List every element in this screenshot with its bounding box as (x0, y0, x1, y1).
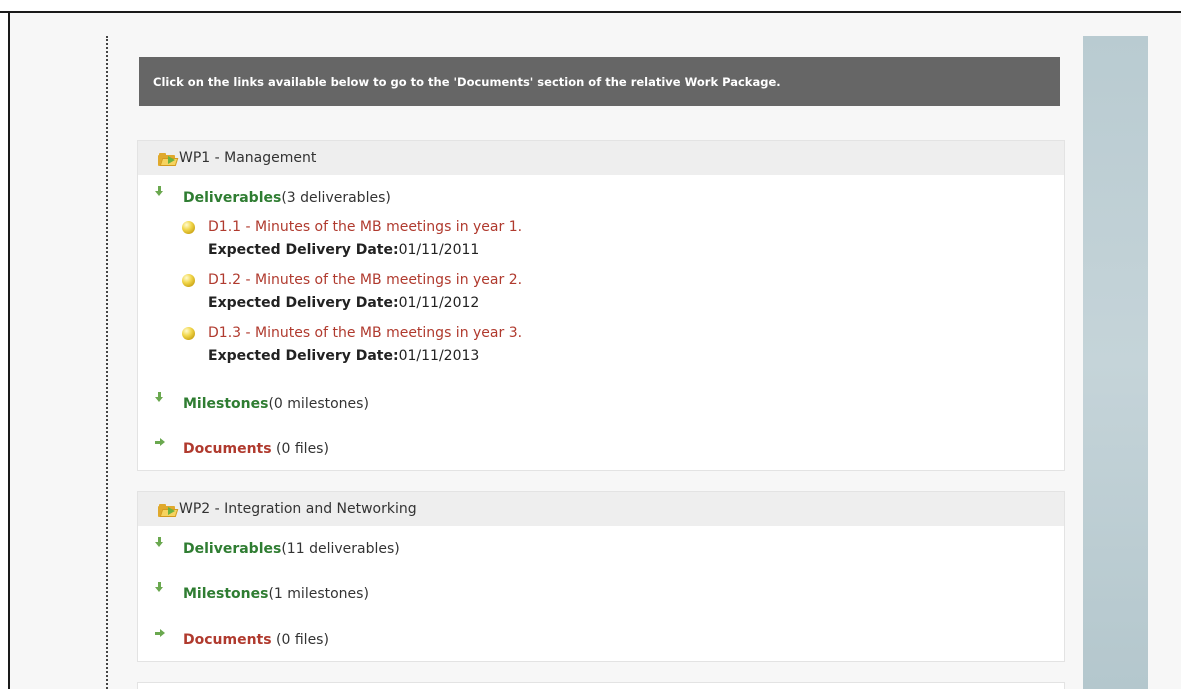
deliverable-date: Expected Delivery Date:01/11/2013 (208, 348, 480, 364)
work-package-next-partial (137, 682, 1065, 689)
deliverable-link[interactable]: D1.1 - Minutes of the MB meetings in yea… (208, 219, 522, 235)
work-package-wp1: WP1 - Management Deliverables(3 delivera… (137, 140, 1065, 471)
wp1-header: WP1 - Management (138, 141, 1064, 175)
wp2-milestones-link[interactable]: Milestones (183, 586, 268, 602)
arrow-right-icon (155, 437, 165, 449)
folder-icon (158, 503, 179, 517)
wp2-documents-count: (0 files) (271, 632, 329, 648)
arrow-right-icon (155, 628, 165, 640)
wp2-title: WP2 - Integration and Networking (179, 501, 417, 517)
deliverable-link[interactable]: D1.3 - Minutes of the MB meetings in yea… (208, 325, 522, 341)
info-banner-text: Click on the links available below to go… (153, 74, 781, 89)
arrow-down-icon (155, 186, 165, 198)
arrow-down-icon (155, 392, 165, 404)
deliverable-date: Expected Delivery Date:01/11/2012 (208, 295, 480, 311)
wp2-milestones-count: (1 milestones) (268, 586, 369, 602)
arrow-down-icon (155, 582, 165, 594)
right-sidebar-rail (1083, 36, 1148, 689)
deliverable-link[interactable]: D1.2 - Minutes of the MB meetings in yea… (208, 272, 522, 288)
deliverable-date: Expected Delivery Date:01/11/2011 (208, 242, 480, 258)
wp2-header: WP2 - Integration and Networking (138, 492, 1064, 526)
info-banner: Click on the links available below to go… (139, 57, 1060, 106)
wp1-milestones-link[interactable]: Milestones (183, 396, 268, 412)
arrow-down-icon (155, 537, 165, 549)
wp2-deliverables-link[interactable]: Deliverables (183, 541, 281, 557)
yellow-ball-icon (182, 221, 195, 234)
wp1-title: WP1 - Management (179, 150, 317, 166)
yellow-ball-icon (182, 274, 195, 287)
wp1-documents-count: (0 files) (271, 441, 329, 457)
wp1-documents-link[interactable]: Documents (183, 441, 272, 457)
work-package-wp2: WP2 - Integration and Networking Deliver… (137, 491, 1065, 662)
wp1-deliverables-count: (3 deliverables) (281, 190, 391, 206)
folder-icon (158, 152, 179, 166)
dotted-divider (106, 36, 108, 689)
wp2-deliverables-count: (11 deliverables) (281, 541, 400, 557)
wp1-milestones-count: (0 milestones) (268, 396, 369, 412)
wp1-deliverables-link[interactable]: Deliverables (183, 190, 281, 206)
yellow-ball-icon (182, 327, 195, 340)
wp2-documents-link[interactable]: Documents (183, 632, 272, 648)
